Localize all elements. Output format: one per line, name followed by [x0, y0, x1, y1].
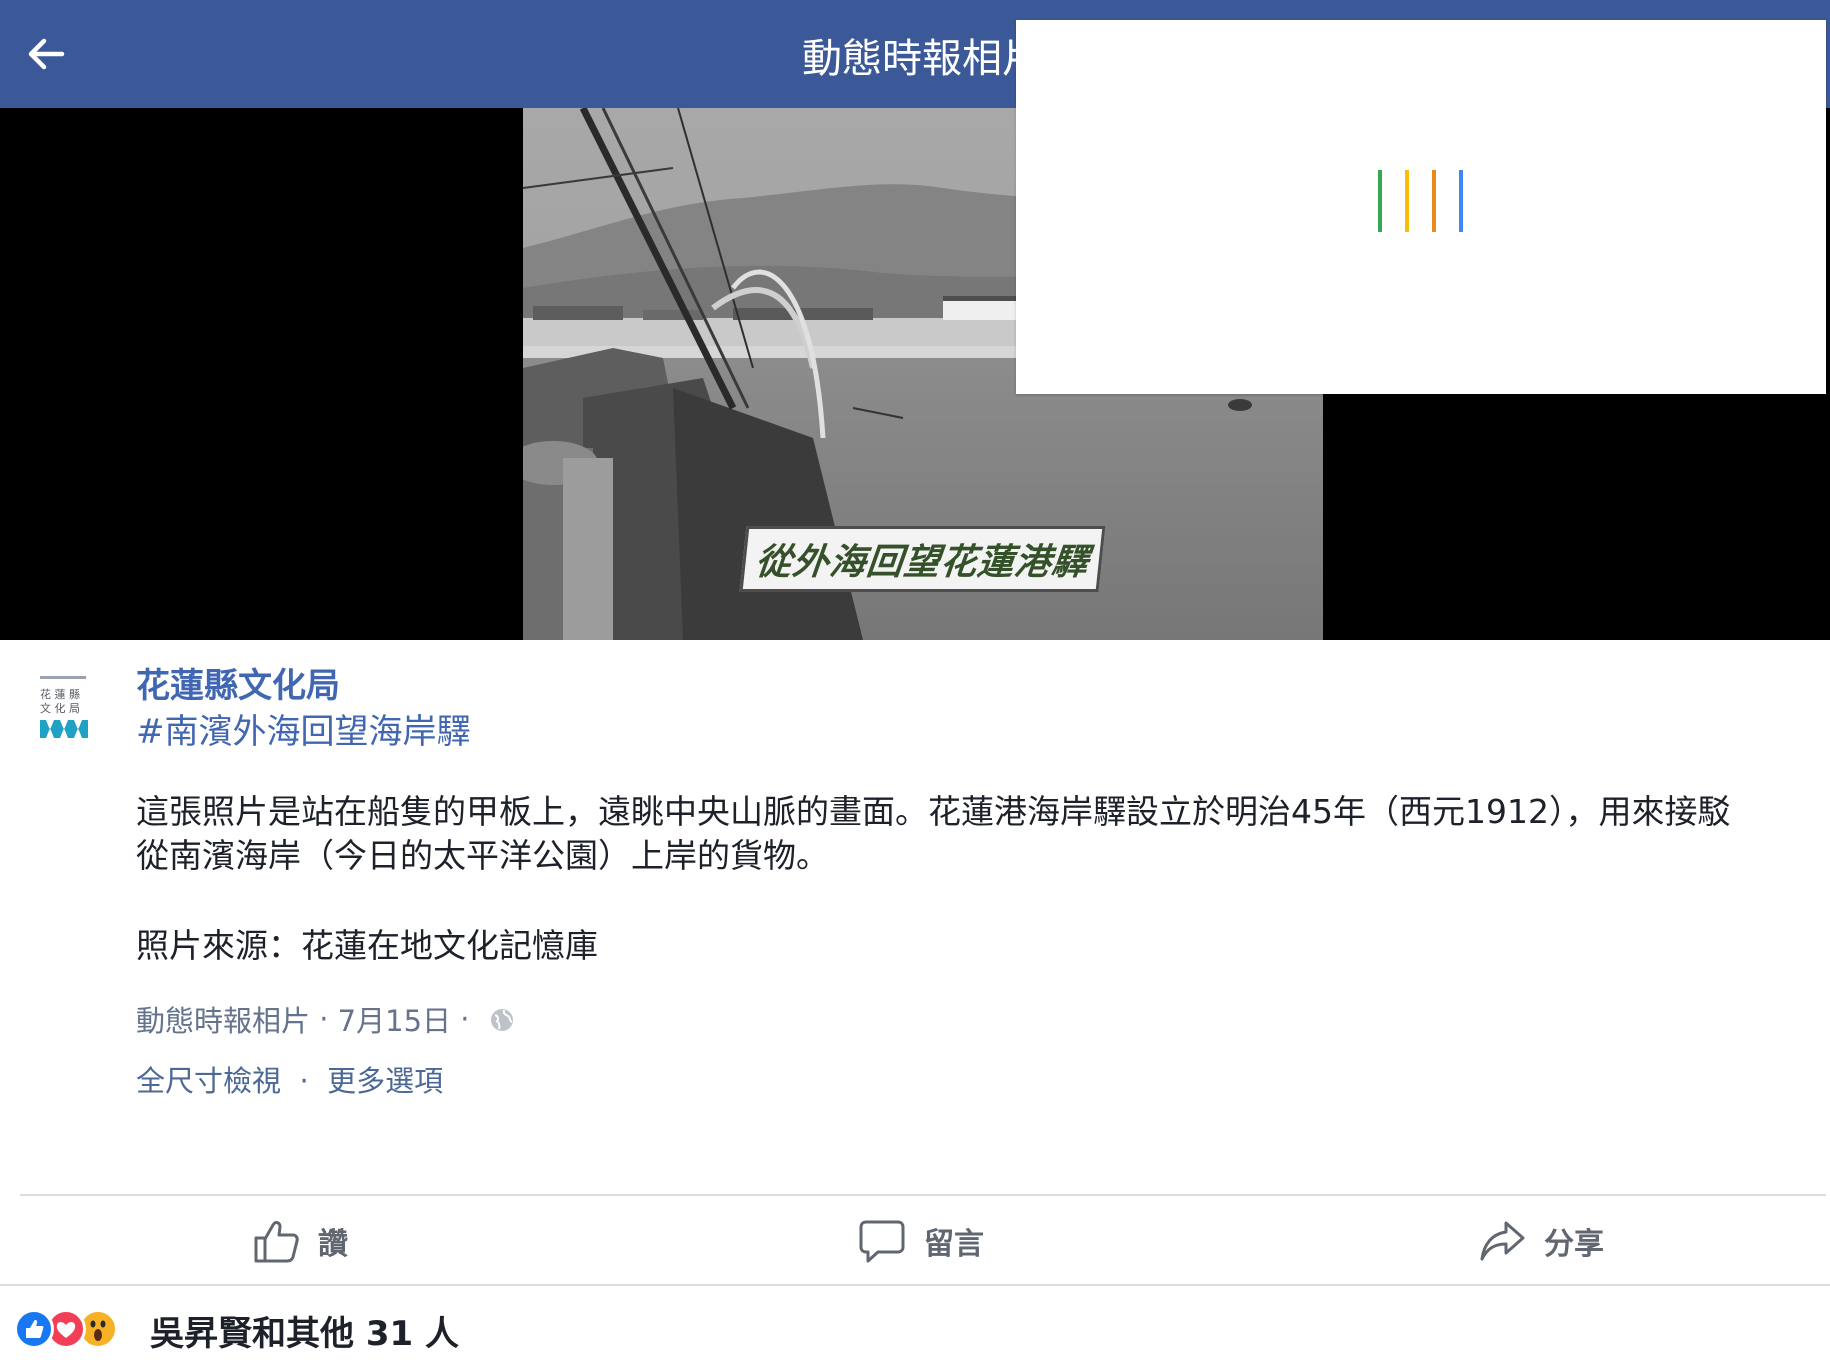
hashtag-link[interactable]: #南濱外海回望海岸驛 [136, 704, 471, 753]
like-icon [14, 1309, 54, 1349]
loading-bar [1432, 170, 1436, 232]
photo-options: 全尺寸檢視 · 更多選項 [136, 1058, 443, 1100]
post-date[interactable]: 7月15日 [338, 998, 451, 1040]
like-label: 讚 [318, 1227, 348, 1262]
post-meta: 動態時報相片 · 7月15日 · [136, 998, 515, 1040]
photo-caption-text: 從外海回望花蓮港驛 [753, 542, 1091, 583]
divider [20, 1194, 1826, 1196]
meta-separator: · [451, 1002, 479, 1036]
back-arrow-icon[interactable] [22, 30, 70, 78]
loading-bar [1378, 170, 1382, 232]
post-body-line: 這張照片是站在船隻的甲板上，遠眺中央山脈的畫面。花蓮港海岸驛設立於明治45年（西… [136, 792, 1731, 831]
page-name-link[interactable]: 花蓮縣文化局 [136, 658, 340, 707]
comment-label: 留言 [924, 1227, 984, 1262]
culture-bureau-logo: 花 蓮 縣 文 化 局 [40, 676, 88, 738]
page-avatar[interactable]: 花 蓮 縣 文 化 局 [30, 662, 100, 752]
svg-text:文 化 局: 文 化 局 [40, 701, 80, 715]
share-button[interactable]: 分享 [1478, 1214, 1604, 1268]
photo-source-line: 照片來源：花蓮在地文化記憶庫 [136, 926, 598, 965]
reactions-icons[interactable] [14, 1306, 118, 1352]
loading-overlay [1016, 20, 1826, 394]
post-body-line: 從南濱海岸（今日的太平洋公園）上岸的貨物。 [136, 836, 829, 875]
share-label: 分享 [1544, 1227, 1604, 1262]
photo-caption: 從外海回望花蓮港驛 [739, 526, 1106, 592]
share-arrow-icon [1480, 1221, 1525, 1261]
comment-bubble-icon [859, 1220, 905, 1263]
back-button[interactable] [22, 30, 70, 78]
more-options-link[interactable]: 更多選項 [327, 1064, 443, 1098]
globe-icon[interactable] [489, 1006, 515, 1032]
page-title: 動態時報相片 [802, 36, 1042, 82]
comment-button[interactable]: 留言 [858, 1214, 984, 1268]
svg-text:花 蓮 縣: 花 蓮 縣 [40, 687, 80, 701]
loading-bar [1459, 170, 1463, 232]
reactions-summary[interactable]: 吳昇賢和其他 31 人 [150, 1306, 459, 1355]
options-separator: · [290, 1064, 318, 1098]
like-button[interactable]: 讚 [252, 1214, 348, 1268]
thumbs-up-icon [254, 1221, 299, 1263]
divider [0, 1284, 1830, 1286]
album-link[interactable]: 動態時報相片 [136, 998, 310, 1040]
meta-separator: · [310, 1002, 338, 1036]
full-size-view-link[interactable]: 全尺寸檢視 [136, 1064, 281, 1098]
loading-bar [1405, 170, 1409, 232]
